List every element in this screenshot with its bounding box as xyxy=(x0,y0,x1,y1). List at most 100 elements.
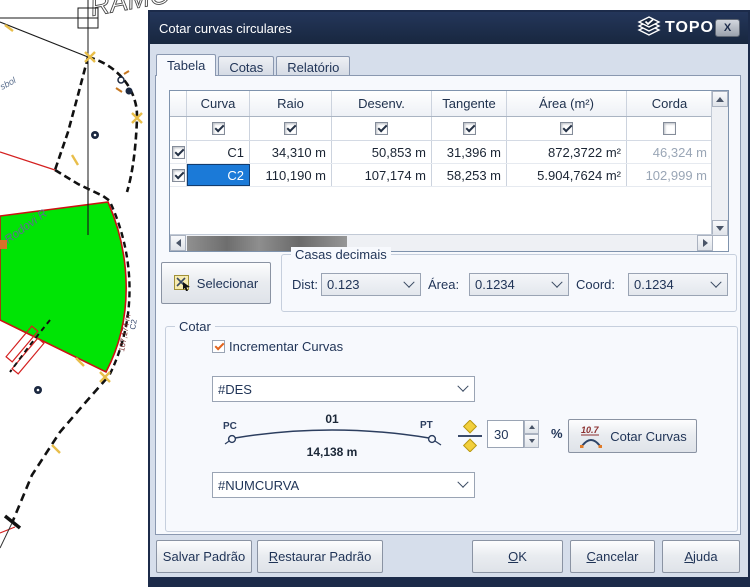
filter-checkbox-curva[interactable] xyxy=(212,122,225,135)
row-checkbox-c2[interactable] xyxy=(172,169,185,182)
restaurar-padrao-button[interactable]: Restaurar Padrão xyxy=(257,540,383,573)
chevron-down-icon xyxy=(710,276,721,287)
cell-tangente[interactable]: 58,253 m xyxy=(432,164,507,186)
vertical-scrollbar[interactable] xyxy=(711,91,728,236)
header-tangente[interactable]: Tangente xyxy=(432,91,507,116)
numcurva-combo[interactable]: #NUMCURVA xyxy=(212,472,475,498)
scroll-left-button[interactable] xyxy=(170,235,186,251)
cell-raio[interactable]: 34,310 m xyxy=(250,141,332,163)
tabpage-tabela: Curva Raio Desenv. Tangente Área (m²) Co… xyxy=(155,75,741,535)
coord-combo[interactable]: 0.1234 xyxy=(628,273,728,296)
filter-checkbox-area[interactable] xyxy=(560,122,573,135)
cotar-curvas-button-label: Cotar Curvas xyxy=(610,429,687,444)
tab-relatorio[interactable]: Relatório xyxy=(276,56,350,76)
filter-checkbox-desenv[interactable] xyxy=(375,122,388,135)
topo-logo: TOPO xyxy=(636,15,714,41)
incrementar-curvas-checkbox[interactable] xyxy=(212,340,225,353)
percent-input[interactable]: 30 xyxy=(487,420,524,448)
header-raio[interactable]: Raio xyxy=(250,91,332,116)
cell-area[interactable]: 5.904,7624 m² xyxy=(507,164,627,186)
header-desenv[interactable]: Desenv. xyxy=(332,91,432,116)
ok-button[interactable]: OK xyxy=(472,540,563,573)
dist-combo[interactable]: 0.123 xyxy=(321,273,421,296)
header-curva[interactable]: Curva xyxy=(187,91,250,116)
area-combo-value: 0.1234 xyxy=(470,277,553,292)
application-window: RAMO sbol xyxy=(0,0,750,587)
table-row[interactable]: C1 34,310 m 50,853 m 31,396 m 872,3722 m… xyxy=(170,141,728,164)
topo-logo-text: TOPO xyxy=(665,19,714,37)
header-area[interactable]: Área (m²) xyxy=(507,91,627,116)
table-row[interactable]: C2 110,190 m 107,174 m 58,253 m 5.904,76… xyxy=(170,164,728,187)
table-header-row: Curva Raio Desenv. Tangente Área (m²) Co… xyxy=(170,91,728,117)
des-format-combo[interactable]: #DES xyxy=(212,376,475,402)
topo-logo-icon xyxy=(636,15,662,41)
cell-desenv[interactable]: 50,853 m xyxy=(332,141,432,163)
scroll-down-button[interactable] xyxy=(712,220,728,236)
dialog-cotar-curvas: Cotar curvas circulares TOPO X Tabela Co… xyxy=(148,10,750,587)
cell-raio[interactable]: 110,190 m xyxy=(250,164,332,186)
scroll-up-button[interactable] xyxy=(712,91,728,107)
cell-corda[interactable]: 46,324 m xyxy=(627,141,713,163)
curves-table: Curva Raio Desenv. Tangente Área (m²) Co… xyxy=(169,90,729,252)
cancelar-button[interactable]: Cancelar xyxy=(570,540,655,573)
filter-checkbox-corda[interactable] xyxy=(663,122,676,135)
triangle-right-icon xyxy=(703,239,708,247)
area-label: Área: xyxy=(428,277,459,292)
cotar-curvas-button[interactable]: 10.7 Cotar Curvas xyxy=(568,419,697,453)
spinner-down-button[interactable] xyxy=(524,434,539,448)
dist-combo-value: 0.123 xyxy=(322,277,405,292)
dimension-icon-text: 10.7 xyxy=(581,425,600,435)
scroll-right-button[interactable] xyxy=(697,235,713,251)
spinner-up-button[interactable] xyxy=(524,420,539,434)
dialog-titlebar[interactable]: Cotar curvas circulares TOPO X xyxy=(150,12,748,44)
curve-number-label: 01 xyxy=(325,412,339,426)
map-point-marker-2-center xyxy=(37,389,40,392)
vertical-offset-icon[interactable] xyxy=(457,420,483,452)
triangle-left-icon xyxy=(176,239,181,247)
cell-curva-selected[interactable]: C2 xyxy=(187,164,250,186)
casas-decimais-title: Casas decimais xyxy=(291,247,391,262)
map-point-marker-1-center xyxy=(94,134,97,137)
cotar-group-title: Cotar xyxy=(175,319,215,334)
cell-tangente[interactable]: 31,396 m xyxy=(432,141,507,163)
table-filter-row xyxy=(170,117,728,141)
filter-checkbox-raio[interactable] xyxy=(284,122,297,135)
selecionar-button[interactable]: Selecionar xyxy=(161,262,271,304)
horizontal-scrollbar[interactable] xyxy=(170,234,713,251)
pc-label: PC xyxy=(223,421,237,432)
triangle-down-icon xyxy=(716,226,724,231)
cotar-group: Cotar Incrementar Curvas #DES PC PT 01 xyxy=(165,326,738,532)
cell-corda[interactable]: 102,999 m xyxy=(627,164,713,186)
tab-cotas[interactable]: Cotas xyxy=(218,56,274,76)
cell-area[interactable]: 872,3722 m² xyxy=(507,141,627,163)
cell-desenv[interactable]: 107,174 m xyxy=(332,164,432,186)
cell-curva[interactable]: C1 xyxy=(187,141,250,163)
triangle-up-icon xyxy=(716,97,724,102)
dist-label: Dist: xyxy=(292,277,318,292)
pt-label: PT xyxy=(420,420,433,431)
salvar-padrao-button[interactable]: Salvar Padrão xyxy=(156,540,252,573)
ajuda-button[interactable]: Ajuda xyxy=(662,540,740,573)
filter-checkbox-tangente[interactable] xyxy=(463,122,476,135)
percent-sign-label: % xyxy=(551,426,563,441)
chevron-down-icon xyxy=(457,477,468,488)
numcurva-combo-value: #NUMCURVA xyxy=(213,478,459,493)
pick-select-icon xyxy=(174,275,192,291)
row-checkbox-c1[interactable] xyxy=(172,146,185,159)
chevron-down-icon xyxy=(551,276,562,287)
salvar-padrao-label: Salvar Padrão xyxy=(163,549,245,564)
coord-label: Coord: xyxy=(576,277,615,292)
casas-decimais-group: Casas decimais Dist: 0.123 Área: 0.1234 … xyxy=(281,254,737,312)
header-select xyxy=(170,91,187,116)
area-combo[interactable]: 0.1234 xyxy=(469,273,569,296)
dimension-curve-icon: 10.7 xyxy=(578,424,604,448)
tab-tabela[interactable]: Tabela xyxy=(156,54,216,76)
selecionar-label: Selecionar xyxy=(197,276,258,291)
close-button[interactable]: X xyxy=(715,19,740,37)
tab-bar: Tabela Cotas Relatório xyxy=(156,54,352,76)
percent-spinner: 30 xyxy=(487,420,539,448)
curve-length-label: 14,138 m xyxy=(307,445,358,459)
chevron-down-icon xyxy=(403,276,414,287)
triangle-up-icon xyxy=(529,425,535,429)
header-corda[interactable]: Corda xyxy=(627,91,713,116)
